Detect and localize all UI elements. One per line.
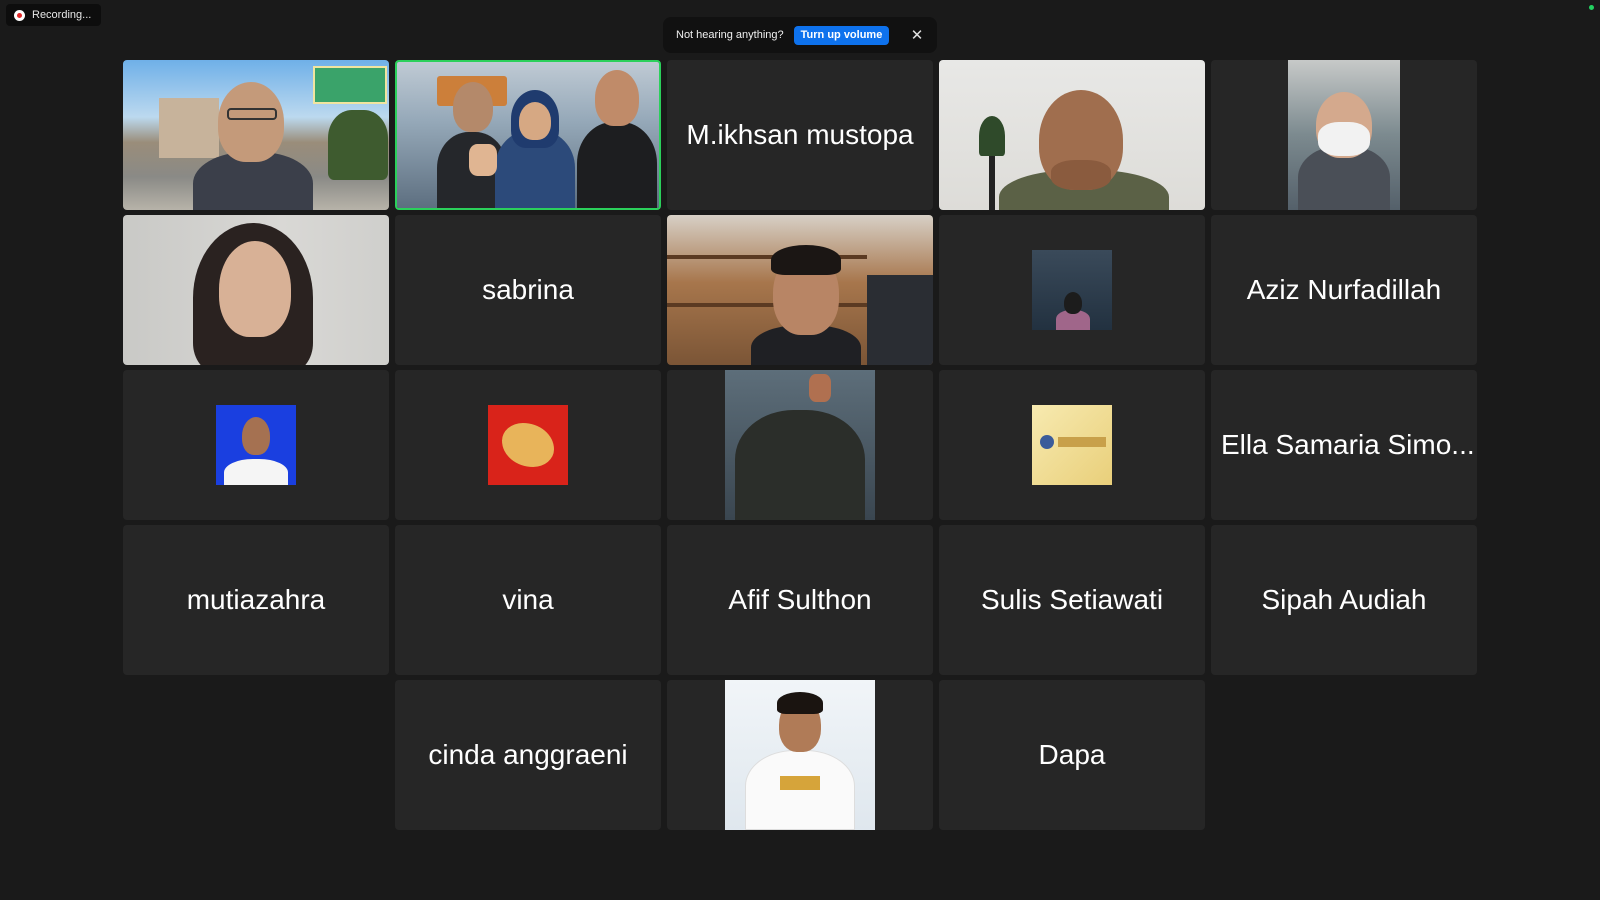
participant-tile-m-ikhsan-mustopa[interactable]: M.ikhsan mustopa xyxy=(667,60,933,210)
tiger-graphic xyxy=(502,423,554,467)
hair-graphic xyxy=(777,692,823,714)
participant-name: Ella Samaria Simo... xyxy=(1221,429,1475,460)
banner-graphic xyxy=(313,66,387,104)
person-body xyxy=(745,750,855,830)
person-face xyxy=(453,82,493,132)
participant-tile-sulis-setiawati[interactable]: Sulis Setiawati xyxy=(939,525,1205,675)
logo-text-graphic xyxy=(1058,437,1106,447)
participant-tile-video-6[interactable] xyxy=(123,215,389,365)
audio-notification: Not hearing anything? Turn up volume ✕ xyxy=(663,17,937,53)
chair-graphic xyxy=(867,275,933,365)
participant-name: sabrina xyxy=(482,274,574,305)
participant-video xyxy=(1288,60,1400,210)
glasses-graphic xyxy=(227,108,277,120)
participant-tile-avatar-12[interactable] xyxy=(395,370,661,520)
participant-tile-video-9[interactable] xyxy=(939,215,1205,365)
recording-dot-icon xyxy=(14,9,25,21)
participant-tile-ella-samaria[interactable]: Ella Samaria Simo... xyxy=(1211,370,1477,520)
participant-tile-video-22[interactable] xyxy=(667,680,933,830)
meeting-gallery-view: Recording... Not hearing anything? Turn … xyxy=(0,0,1600,900)
participant-name: Aziz Nurfadillah xyxy=(1246,274,1442,305)
participant-tile-vina[interactable]: vina xyxy=(395,525,661,675)
notification-message: Not hearing anything? xyxy=(676,29,784,41)
logo-icon xyxy=(1040,435,1054,449)
peace-sign-graphic xyxy=(469,144,497,176)
participant-tile-aziz-nurfadillah[interactable]: Aziz Nurfadillah xyxy=(1211,215,1477,365)
person-body xyxy=(577,122,657,208)
participant-video xyxy=(1032,250,1112,330)
recording-indicator[interactable]: Recording... xyxy=(6,4,102,26)
participant-tile-avatar-14[interactable] xyxy=(939,370,1205,520)
participant-tile-dapa[interactable]: Dapa xyxy=(939,680,1205,830)
participant-tile-video-13[interactable] xyxy=(667,370,933,520)
building-graphic xyxy=(159,98,219,158)
shirt-print-graphic xyxy=(780,776,820,790)
turn-up-volume-button[interactable]: Turn up volume xyxy=(793,25,890,45)
tree-graphic xyxy=(328,110,388,180)
participant-name: Afif Sulthon xyxy=(728,584,872,615)
participant-tile-sabrina[interactable]: sabrina xyxy=(395,215,661,365)
participant-name: cinda anggraeni xyxy=(428,739,628,770)
person-face xyxy=(219,241,291,337)
hoodie-graphic xyxy=(735,410,865,520)
person-body xyxy=(224,459,288,485)
participant-name: mutiazahra xyxy=(186,584,326,615)
person-face xyxy=(1064,292,1082,314)
person-face xyxy=(595,70,639,126)
person-face xyxy=(242,417,270,455)
recording-label: Recording... xyxy=(32,9,92,21)
hair-graphic xyxy=(771,245,841,275)
participant-tile-video-4[interactable] xyxy=(939,60,1205,210)
person-face xyxy=(519,102,551,140)
participant-tile-sipah-audiah[interactable]: Sipah Audiah xyxy=(1211,525,1477,675)
mask-graphic xyxy=(1318,122,1370,156)
connection-status-icon xyxy=(1589,5,1594,10)
profile-picture xyxy=(488,405,568,485)
participant-tile-afif-sulthon[interactable]: Afif Sulthon xyxy=(667,525,933,675)
phone-hand-graphic xyxy=(809,374,831,402)
profile-picture xyxy=(216,405,296,485)
person-face xyxy=(218,82,284,162)
participant-name: vina xyxy=(502,584,554,615)
participant-video xyxy=(725,680,875,830)
participant-name: Sulis Setiawati xyxy=(980,584,1164,615)
plant-graphic xyxy=(979,116,1005,156)
participant-video xyxy=(725,370,875,520)
participant-tile-video-1[interactable] xyxy=(123,60,389,210)
participant-name: M.ikhsan mustopa xyxy=(686,119,914,150)
participant-tile-mutiazahra[interactable]: mutiazahra xyxy=(123,525,389,675)
participant-name: Dapa xyxy=(1038,739,1106,770)
close-icon[interactable]: ✕ xyxy=(909,27,925,43)
plant-stand-graphic xyxy=(989,156,995,210)
participant-tile-video-2[interactable] xyxy=(395,60,661,210)
participant-tile-video-8[interactable] xyxy=(667,215,933,365)
profile-picture xyxy=(1032,405,1112,485)
participant-tile-video-5[interactable] xyxy=(1211,60,1477,210)
participant-tile-avatar-11[interactable] xyxy=(123,370,389,520)
participant-name: Sipah Audiah xyxy=(1261,584,1427,615)
hands-graphic xyxy=(1051,160,1111,190)
participant-tile-cinda-anggraeni[interactable]: cinda anggraeni xyxy=(395,680,661,830)
